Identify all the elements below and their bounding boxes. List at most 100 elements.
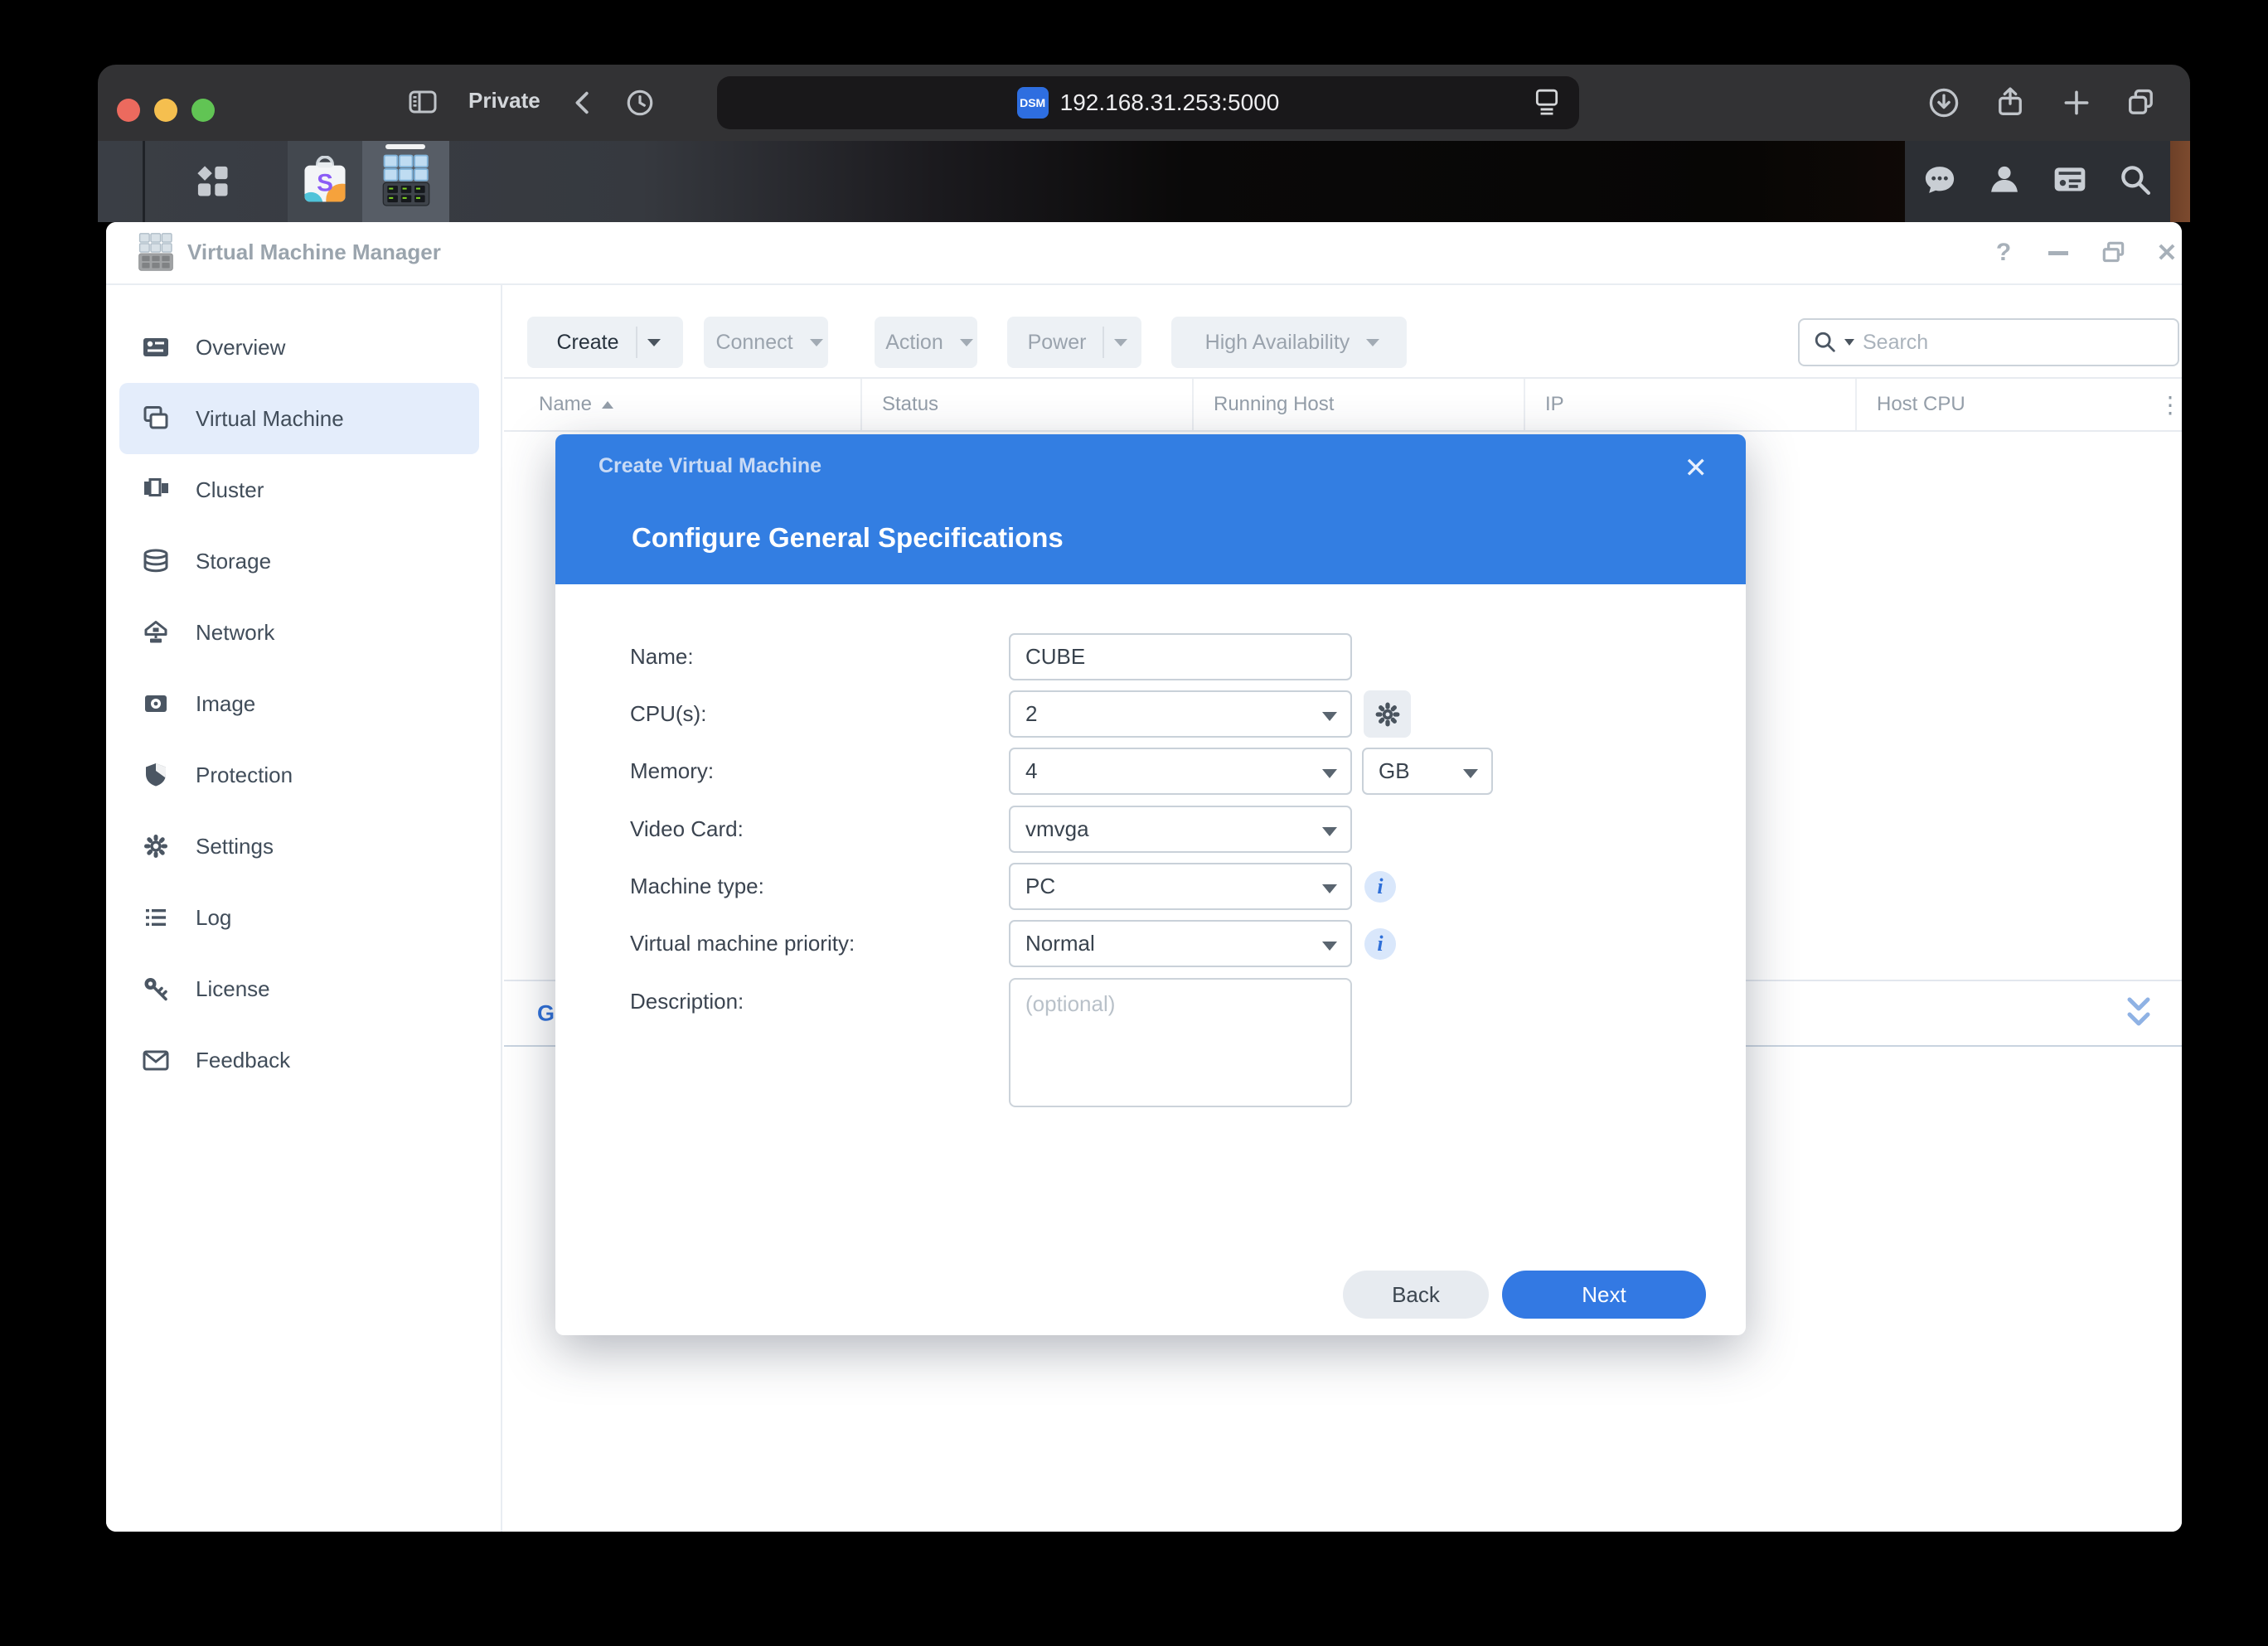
sidebar-item-virtual-machine[interactable]: Virtual Machine [119,383,479,454]
sidebar-item-log[interactable]: Log [119,882,479,953]
column-settings-kebab-icon[interactable]: ⋮ [2139,379,2182,430]
power-button-disabled: Power [1007,317,1141,368]
sidebar-item-label: Overview [196,335,285,361]
description-textarea[interactable] [1009,978,1352,1107]
collapse-double-chevron-icon[interactable] [2124,995,2154,1032]
chevron-down-icon [1322,769,1337,778]
machine-type-info-icon[interactable]: i [1364,871,1396,903]
column-header-name[interactable]: Name [504,379,860,430]
vmm-taskbar-button-active[interactable] [362,141,449,222]
sidebar-item-image[interactable]: Image [119,668,479,739]
create-vm-dialog: Create Virtual Machine ✕ Configure Gener… [555,434,1746,1335]
machine-type-select[interactable]: PC [1009,863,1352,910]
zoom-window-button[interactable] [191,99,215,122]
log-icon [141,903,171,932]
sidebar-item-settings[interactable]: Settings [119,811,479,882]
button-divider [1102,327,1104,358]
memory-select[interactable]: 4 [1009,748,1352,795]
sidebar-item-label: Feedback [196,1048,290,1073]
vm-table-header: Name Status Running Host IP Host CPU ⋮ [504,377,2182,432]
help-icon[interactable]: ? [1984,235,2023,270]
form-row-cpu: CPU(s): 2 [555,690,1746,738]
create-button-label: Create [550,331,625,355]
close-icon[interactable]: ✕ [2148,235,2182,270]
sidebar-item-feedback[interactable]: Feedback [119,1024,479,1096]
sidebar-item-storage[interactable]: Storage [119,525,479,597]
vmm-app-icon [380,153,432,210]
maximize-icon[interactable] [2095,235,2133,270]
cpu-advanced-gear-button[interactable] [1364,690,1411,738]
form-row-machine-type: Machine type: PC i [555,863,1746,910]
close-window-button[interactable] [117,99,140,122]
column-label: Name [539,393,592,416]
new-tab-icon[interactable] [2057,83,2096,123]
column-header-running-host[interactable]: Running Host [1192,379,1524,430]
memory-unit-select[interactable]: GB [1362,748,1493,795]
cpu-label: CPU(s): [630,690,706,738]
sidebar-item-protection[interactable]: Protection [119,739,479,811]
next-button[interactable]: Next [1502,1271,1706,1319]
screen-background: Private DSM 192.168.31.253:5000 [0,0,2268,1646]
user-account-icon[interactable] [1986,162,2023,202]
search-box[interactable] [1798,318,2179,366]
chevron-down-icon [1322,942,1337,951]
search-icon[interactable] [2117,162,2154,202]
column-header-status[interactable]: Status [860,379,1192,430]
sidebar-item-overview[interactable]: Overview [119,312,479,383]
browser-toolbar: Private DSM 192.168.31.253:5000 [98,65,2190,141]
cpu-select[interactable]: 2 [1009,690,1352,738]
search-input[interactable] [1861,330,2113,356]
name-label: Name: [630,633,694,680]
chevron-down-icon [1322,712,1337,721]
connect-button-label: Connect [709,331,799,355]
main-menu-button[interactable] [145,141,280,222]
sidebar-item-label: Protection [196,762,293,788]
image-icon [141,689,171,719]
chevron-down-icon [1463,769,1478,778]
dsm-favicon: DSM [1017,87,1049,119]
widget-panel-icon[interactable] [2051,162,2089,202]
video-card-value: vmvga [1025,816,1089,842]
tab-overview-icon[interactable] [2121,83,2161,123]
back-button-label: Back [1392,1282,1440,1308]
share-icon[interactable] [1990,83,2030,123]
downloads-icon[interactable] [1924,83,1964,123]
video-card-select[interactable]: vmvga [1009,806,1352,853]
dialog-close-icon[interactable]: ✕ [1679,449,1713,487]
notifications-icon[interactable] [1922,162,1958,202]
power-button-label: Power [1021,331,1093,355]
chevron-down-icon [1366,339,1379,346]
description-label: Description: [630,978,744,1025]
minimize-window-button[interactable] [154,99,177,122]
priority-label: Virtual machine priority: [630,920,855,967]
search-filter-caret-icon[interactable] [1844,339,1854,346]
column-label: Running Host [1214,393,1334,416]
priority-info-icon[interactable]: i [1364,928,1396,960]
history-clock-icon[interactable] [620,83,660,123]
vmm-titlebar-icon [137,232,175,274]
sidebar-item-license[interactable]: License [119,953,479,1024]
back-icon[interactable] [564,83,603,123]
sidebar-item-network[interactable]: Network [119,597,479,668]
cluster-icon [141,475,171,505]
license-icon [141,974,171,1004]
gear-icon [1374,700,1402,729]
column-header-ip[interactable]: IP [1524,379,1855,430]
back-button[interactable]: Back [1343,1271,1489,1319]
chevron-down-icon[interactable] [647,339,661,346]
sort-ascending-icon [602,401,613,409]
sidebar-toggle-icon[interactable] [403,83,443,123]
package-center-taskbar-button[interactable]: S [288,141,362,222]
vm-name-input[interactable] [1009,633,1352,680]
create-button[interactable]: Create [527,317,683,368]
priority-select[interactable]: Normal [1009,920,1352,967]
page-format-icon[interactable] [1533,88,1561,120]
priority-value: Normal [1025,931,1095,956]
column-header-host-cpu[interactable]: Host CPU [1855,379,2139,430]
chevron-down-icon [1322,827,1337,836]
vmm-sidebar: Overview Virtual Machine Cluster Storage… [106,285,502,1532]
action-button-disabled: Action [875,317,977,368]
address-bar[interactable]: DSM 192.168.31.253:5000 [717,76,1579,129]
minimize-icon[interactable] [2039,235,2077,270]
sidebar-item-cluster[interactable]: Cluster [119,454,479,525]
